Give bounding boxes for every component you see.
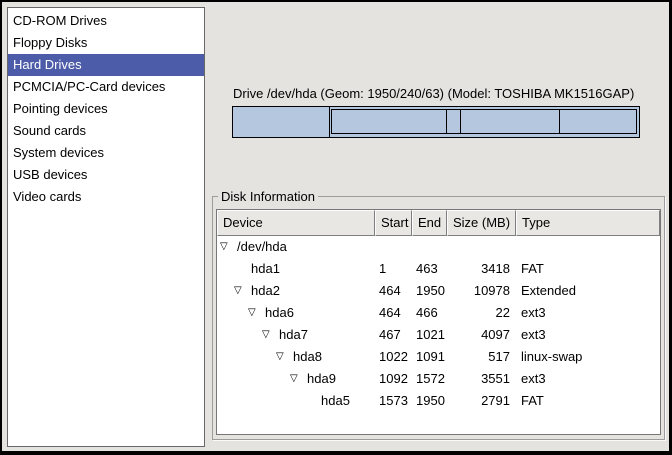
type-cell: ext3 [516,368,660,390]
expander-icon[interactable]: ▽ [220,236,237,258]
sidebar-item-pcmcia-devices[interactable]: PCMCIA/PC-Card devices [8,76,204,98]
size-cell: 2791 [447,390,516,412]
expander-icon[interactable]: ▽ [262,324,279,346]
header-size[interactable]: Size (MB) [447,210,516,236]
table-row-hda9[interactable]: ▽ hda9 1092 1572 3551 ext3 [217,368,660,390]
partition-map-bar [232,106,640,138]
device-cell: ▽ hda2 [217,280,375,302]
partition-boundary-hda1 [329,107,330,137]
expander-icon[interactable]: ▽ [276,346,293,368]
size-cell: 10978 [447,280,516,302]
expander-icon[interactable]: ▽ [248,302,265,324]
sidebar-item-sound-cards[interactable]: Sound cards [8,120,204,142]
table-row-hda2[interactable]: ▽ hda2 464 1950 10978 Extended [217,280,660,302]
partition-segment-hda2-extended [331,109,637,134]
partition-boundary-hda7 [446,110,447,133]
header-type[interactable]: Type [516,210,660,236]
sidebar-item-usb-devices[interactable]: USB devices [8,164,204,186]
end-cell: 1572 [412,368,447,390]
table-row-dev-hda[interactable]: ▽ /dev/hda [217,236,660,258]
type-cell [516,236,660,258]
start-cell: 467 [375,324,412,346]
device-name: hda8 [293,346,322,368]
table-row-hda7[interactable]: ▽ hda7 467 1021 4097 ext3 [217,324,660,346]
start-cell: 1573 [375,390,412,412]
disk-information-groupbox: Disk Information Device Start End Size (… [212,196,665,440]
sidebar-item-hard-drives[interactable]: Hard Drives [8,54,204,76]
table-row-hda5[interactable]: hda5 1573 1950 2791 FAT [217,390,660,412]
start-cell: 1 [375,258,412,280]
type-cell: ext3 [516,324,660,346]
size-cell: 3551 [447,368,516,390]
sidebar-item-pointing-devices[interactable]: Pointing devices [8,98,204,120]
device-cell: ▽ hda6 [217,302,375,324]
sidebar-item-video-cards[interactable]: Video cards [8,186,204,208]
end-cell: 463 [412,258,447,280]
device-name: hda7 [279,324,308,346]
size-cell: 22 [447,302,516,324]
start-cell: 464 [375,302,412,324]
type-cell: linux-swap [516,346,660,368]
device-cell: ▽ /dev/hda [217,236,375,258]
device-cell: ▽ hda8 [217,346,375,368]
table-row-hda8[interactable]: ▽ hda8 1022 1091 517 linux-swap [217,346,660,368]
disk-information-label: Disk Information [218,189,318,204]
end-cell: 466 [412,302,447,324]
expander-icon[interactable]: ▽ [234,280,251,302]
device-name: hda6 [265,302,294,324]
drive-title: Drive /dev/hda (Geom: 1950/240/63) (Mode… [233,86,653,101]
start-cell: 1022 [375,346,412,368]
device-cell: ▽ hda9 [217,368,375,390]
expander-icon[interactable]: ▽ [290,368,307,390]
device-name: hda2 [251,280,280,302]
device-name: /dev/hda [237,236,287,258]
end-cell [412,236,447,258]
type-cell: Extended [516,280,660,302]
device-category-list: CD-ROM Drives Floppy Disks Hard Drives P… [7,7,205,447]
size-cell: 4097 [447,324,516,346]
start-cell: 1092 [375,368,412,390]
sidebar-item-cdrom-drives[interactable]: CD-ROM Drives [8,10,204,32]
sidebar-item-floppy-disks[interactable]: Floppy Disks [8,32,204,54]
header-end[interactable]: End [412,210,447,236]
device-cell: ▽ hda7 [217,324,375,346]
end-cell: 1021 [412,324,447,346]
device-name: hda5 [321,390,350,412]
disk-table-header: Device Start End Size (MB) Type [217,210,660,236]
disk-table: Device Start End Size (MB) Type ▽ /dev/h… [216,209,661,435]
end-cell: 1091 [412,346,447,368]
device-name: hda9 [307,368,336,390]
sidebar-item-system-devices[interactable]: System devices [8,142,204,164]
header-device[interactable]: Device [217,210,375,236]
start-cell [375,236,412,258]
table-row-hda1[interactable]: hda1 1 463 3418 FAT [217,258,660,280]
type-cell: FAT [516,390,660,412]
partition-boundary-hda9 [559,110,560,133]
device-cell: hda5 [217,390,375,412]
size-cell: 3418 [447,258,516,280]
size-cell: 517 [447,346,516,368]
type-cell: ext3 [516,302,660,324]
end-cell: 1950 [412,280,447,302]
type-cell: FAT [516,258,660,280]
device-cell: hda1 [217,258,375,280]
hardware-browser-window: CD-ROM Drives Floppy Disks Hard Drives P… [0,0,672,455]
size-cell [447,236,516,258]
start-cell: 464 [375,280,412,302]
device-name: hda1 [251,258,280,280]
end-cell: 1950 [412,390,447,412]
partition-boundary-hda8 [460,110,461,133]
table-row-hda6[interactable]: ▽ hda6 464 466 22 ext3 [217,302,660,324]
header-start[interactable]: Start [375,210,412,236]
